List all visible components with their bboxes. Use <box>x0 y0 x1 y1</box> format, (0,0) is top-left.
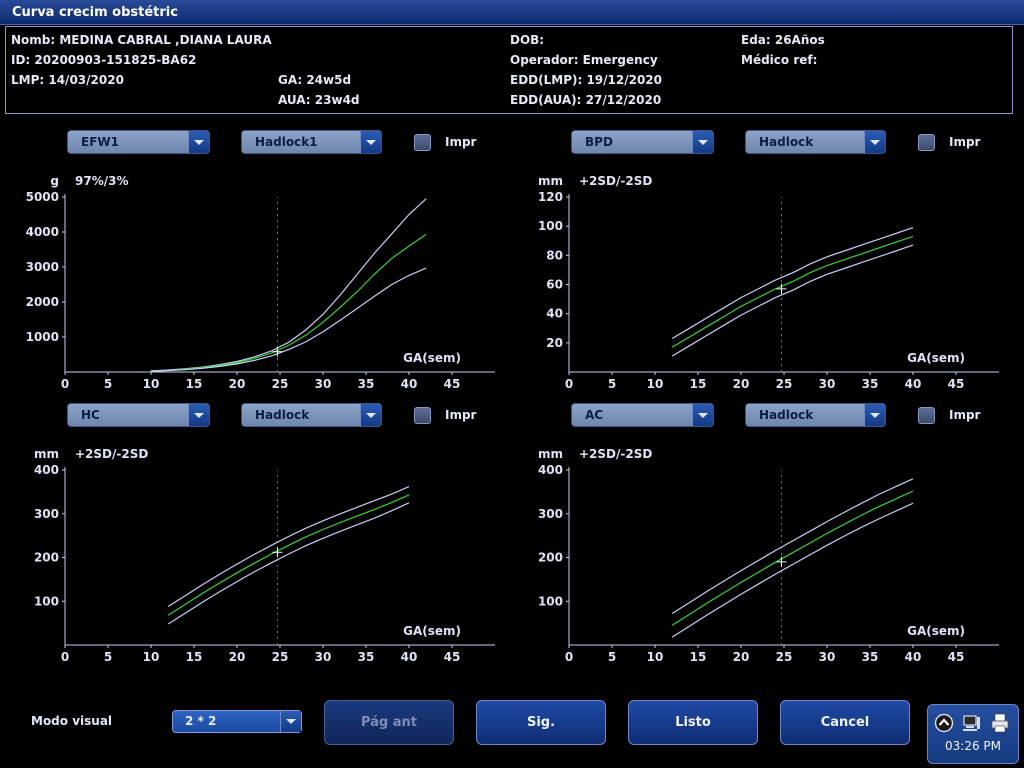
chart-3-x-tick-label: 45 <box>444 650 461 664</box>
chart-3-x-tick-label: 25 <box>272 650 289 664</box>
chart-2-x-tick-label: 45 <box>948 377 965 391</box>
chevron-down-icon[interactable] <box>280 711 301 732</box>
chart-2-band-label: +2SD/-2SD <box>579 174 652 188</box>
chart-3-x-tick-label: 5 <box>104 650 112 664</box>
chart-4-x-axis-label: GA(sem) <box>907 624 965 638</box>
chart-3-y-tick-label: 300 <box>34 507 59 521</box>
computer-icon[interactable] <box>962 713 982 733</box>
chart-2-x-tick-label: 0 <box>565 377 573 391</box>
chart-2-upper-band-line <box>671 227 914 340</box>
chart-3-upper-band-line <box>167 486 410 608</box>
chart-2-y-tick-label: 120 <box>538 190 563 204</box>
chart-2-y-tick-label: 40 <box>546 307 563 321</box>
printer-icon[interactable] <box>990 713 1010 733</box>
chart-2-y-tick-label: 100 <box>538 219 563 233</box>
chart-4-x-tick-label: 25 <box>776 650 793 664</box>
chart-4-x-tick-label: 35 <box>862 650 879 664</box>
chart-1-y-tick-label: 1000 <box>26 330 59 344</box>
done-button[interactable]: Listo <box>628 700 758 745</box>
cancel-button[interactable]: Cancel <box>780 700 910 745</box>
chart-2-x-tick-label: 30 <box>819 377 836 391</box>
chart-4-unit-label: mm <box>538 447 563 461</box>
chart-2-lower-band-line <box>671 244 914 357</box>
chart-1-x-tick-label: 15 <box>186 377 203 391</box>
chart-2-x-tick-label: 15 <box>690 377 707 391</box>
chart-2-x-tick-label: 40 <box>905 377 922 391</box>
chart-3-y-tick-label: 400 <box>34 463 59 477</box>
chart-1-y-tick-label: 3000 <box>26 260 59 274</box>
chart-2-unit-label: mm <box>538 174 563 188</box>
chart-4-x-tick-label: 40 <box>905 650 922 664</box>
chart-2-x-axis-label: GA(sem) <box>907 351 965 365</box>
chart-4-x-tick-label: 5 <box>608 650 616 664</box>
chart-2-x-tick-label: 25 <box>776 377 793 391</box>
chart-4-x-tick-label: 0 <box>565 650 573 664</box>
chart-1-y-tick-label: 5000 <box>26 190 59 204</box>
chart-2-x-tick-label: 20 <box>733 377 750 391</box>
chart-4-band-label: +2SD/-2SD <box>579 447 652 461</box>
chart-4-upper-band-line <box>671 478 914 615</box>
chart-1-x-tick-label: 40 <box>401 377 418 391</box>
up-arrow-icon[interactable] <box>934 713 954 733</box>
chart-1-lower-band-line <box>150 267 427 372</box>
chart-2-x-tick-label: 10 <box>647 377 664 391</box>
next-button[interactable]: Sig. <box>476 700 606 745</box>
chart-4-lower-band-line <box>671 502 914 638</box>
prev-page-button[interactable]: Pág ant <box>324 700 454 745</box>
chart-4-x-tick-label: 45 <box>948 650 965 664</box>
chart-1-band-label: 97%/3% <box>75 174 128 188</box>
chart-1-x-tick-label: 5 <box>104 377 112 391</box>
chart-1-x-tick-label: 0 <box>61 377 69 391</box>
chart-1-x-tick-label: 25 <box>272 377 289 391</box>
chart-3-x-tick-label: 10 <box>143 650 160 664</box>
chart-4-x-tick-label: 20 <box>733 650 750 664</box>
chart-3-mean-line <box>167 494 410 616</box>
chart-3-lower-band-line <box>167 502 410 625</box>
chart-1-unit-label: g <box>50 174 59 188</box>
chart-1-x-tick-label: 10 <box>143 377 160 391</box>
chart-2-x-tick-label: 5 <box>608 377 616 391</box>
chart-2-x-tick-label: 35 <box>862 377 879 391</box>
chart-4-mean-line <box>671 490 914 626</box>
chart-1-x-axis-label: GA(sem) <box>403 351 461 365</box>
chart-3-x-axis-label: GA(sem) <box>403 624 461 638</box>
chart-4-y-tick-label: 100 <box>538 594 563 608</box>
chart-3-x-tick-label: 35 <box>358 650 375 664</box>
chart-1-x-tick-label: 20 <box>229 377 246 391</box>
chart-1-x-tick-label: 35 <box>358 377 375 391</box>
visual-mode-label: Modo visual <box>31 714 113 728</box>
chart-4-x-tick-label: 15 <box>690 650 707 664</box>
chart-3-y-tick-label: 100 <box>34 594 59 608</box>
chart-4-y-tick-label: 300 <box>538 507 563 521</box>
clock: 03:26 PM <box>945 739 1001 753</box>
chart-2-mean-line <box>671 235 914 348</box>
visual-mode-value: 2 * 2 <box>185 714 217 728</box>
chart-1-x-tick-label: 30 <box>315 377 332 391</box>
chart-3-x-tick-label: 30 <box>315 650 332 664</box>
chart-2-y-tick-label: 20 <box>546 336 563 350</box>
chart-3-unit-label: mm <box>34 447 59 461</box>
system-tray: 03:26 PM <box>927 704 1019 764</box>
chart-1-mean-line <box>150 233 427 372</box>
chart-3-x-tick-label: 20 <box>229 650 246 664</box>
chart-4-y-tick-label: 200 <box>538 551 563 565</box>
chart-3-x-tick-label: 40 <box>401 650 418 664</box>
chart-2-y-tick-label: 80 <box>546 248 563 262</box>
chart-1-y-tick-label: 2000 <box>26 295 59 309</box>
chart-1-x-tick-label: 45 <box>444 377 461 391</box>
chart-3-band-label: +2SD/-2SD <box>75 447 148 461</box>
chart-4-x-tick-label: 30 <box>819 650 836 664</box>
chart-3-x-tick-label: 15 <box>186 650 203 664</box>
visual-mode-select[interactable]: 2 * 2 <box>172 710 302 733</box>
growth-charts: 0 5 10 15 20 25 30 35 40 4510002000300040005000g 9… <box>26 174 999 664</box>
chart-4-y-tick-label: 400 <box>538 463 563 477</box>
chart-3-y-tick-label: 200 <box>34 551 59 565</box>
chart-4-x-tick-label: 10 <box>647 650 664 664</box>
chart-2-y-tick-label: 60 <box>546 278 563 292</box>
chart-3-x-tick-label: 0 <box>61 650 69 664</box>
chart-1-y-tick-label: 4000 <box>26 225 59 239</box>
